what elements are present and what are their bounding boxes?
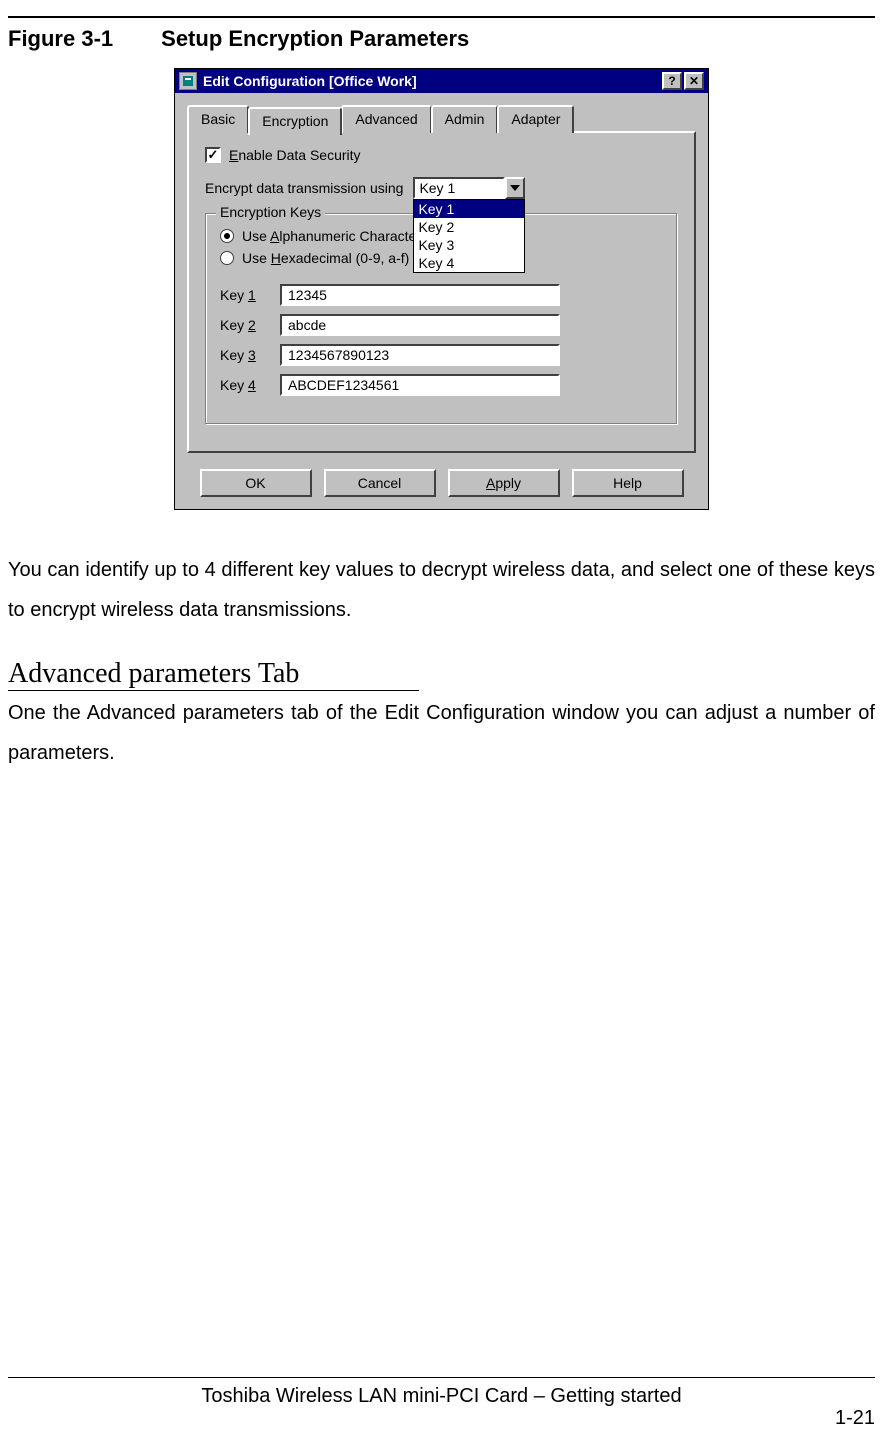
chevron-down-icon[interactable] [505,177,525,199]
figure-title: Figure 3-1 Setup Encryption Parameters [8,26,875,52]
edit-configuration-dialog: Edit Configuration [Office Work] ? ✕ Bas… [174,68,709,510]
tab-adapter[interactable]: Adapter [497,105,574,133]
dropdown-item-key1[interactable]: Key 1 [414,200,524,218]
window-title: Edit Configuration [Office Work] [203,73,660,89]
tab-admin[interactable]: Admin [431,105,499,133]
enable-security-checkbox[interactable]: ✓ [205,147,221,163]
dropdown-item-key4[interactable]: Key 4 [414,254,524,272]
page-number: 1-21 [835,1407,875,1430]
tab-basic[interactable]: Basic [187,105,249,133]
encryption-panel: ✓ Enable Data Security Encrypt data tran… [187,131,696,453]
footer-text: Toshiba Wireless LAN mini-PCI Card – Get… [0,1385,883,1408]
radio-hexadecimal-label: Use Hexadecimal (0-9, a-f) [242,250,409,266]
key-dropdown-list: Key 1 Key 2 Key 3 Key 4 [413,199,525,273]
figure-caption: Setup Encryption Parameters [161,26,469,52]
radio-alphanumeric-label: Use Alphanumeric Character [242,228,421,244]
paragraph-2: One the Advanced parameters tab of the E… [8,693,875,773]
tab-encryption[interactable]: Encryption [248,107,342,135]
help-button[interactable]: ? [662,72,682,90]
key-select[interactable]: Key 1 Key 1 Key 2 Key 3 Key 4 [413,177,525,199]
group-legend: Encryption Keys [216,204,325,220]
figure-number: Figure 3-1 [8,26,113,52]
key-select-value: Key 1 [413,177,505,199]
encrypt-using-label: Encrypt data transmission using [205,180,403,196]
titlebar: Edit Configuration [Office Work] ? ✕ [175,69,708,93]
close-button[interactable]: ✕ [684,72,704,90]
paragraph-1: You can identify up to 4 different key v… [8,550,875,630]
tab-strip: Basic Encryption Advanced Admin Adapter [187,105,696,133]
key1-input[interactable]: 12345 [280,284,560,306]
radio-hexadecimal[interactable] [220,251,234,265]
key4-label: Key 4 [220,377,270,393]
dropdown-item-key2[interactable]: Key 2 [414,218,524,236]
section-heading: Advanced parameters Tab [8,658,419,691]
ok-button[interactable]: OK [200,469,312,497]
key3-input[interactable]: 1234567890123 [280,344,560,366]
key1-label: Key 1 [220,287,270,303]
help-button[interactable]: Help [572,469,684,497]
tab-advanced[interactable]: Advanced [341,105,431,133]
key2-label: Key 2 [220,317,270,333]
app-icon [179,72,197,90]
cancel-button[interactable]: Cancel [324,469,436,497]
apply-button[interactable]: Apply [448,469,560,497]
dropdown-item-key3[interactable]: Key 3 [414,236,524,254]
key4-input[interactable]: ABCDEF1234561 [280,374,560,396]
key2-input[interactable]: abcde [280,314,560,336]
radio-alphanumeric[interactable] [220,229,234,243]
dialog-button-row: OK Cancel Apply Help [175,457,708,509]
key3-label: Key 3 [220,347,270,363]
enable-security-label: Enable Data Security [229,147,361,163]
